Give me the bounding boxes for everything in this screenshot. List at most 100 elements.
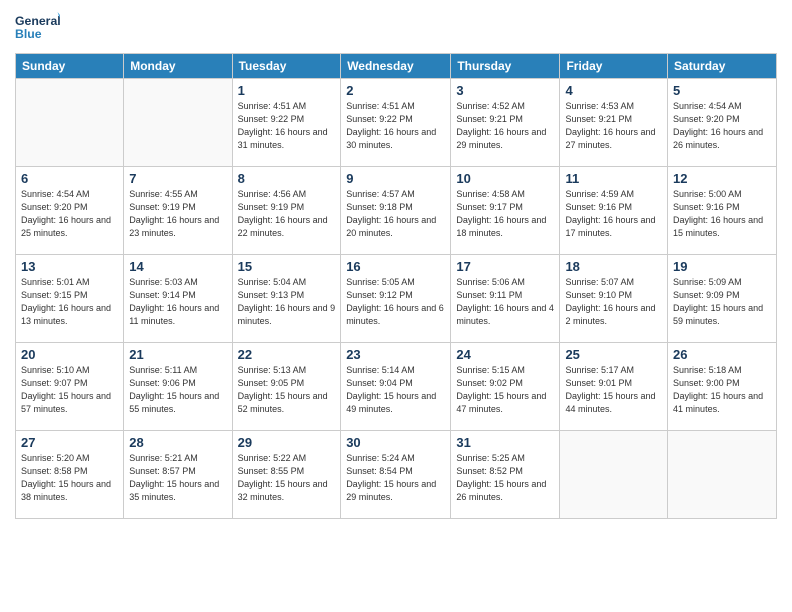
day-info: Sunrise: 5:07 AM Sunset: 9:10 PM Dayligh… — [565, 276, 662, 328]
table-row: 2 Sunrise: 4:51 AM Sunset: 9:22 PM Daylig… — [341, 79, 451, 167]
calendar-table: Sunday Monday Tuesday Wednesday Thursday… — [15, 53, 777, 519]
day-number: 31 — [456, 435, 554, 450]
calendar-header-row: Sunday Monday Tuesday Wednesday Thursday… — [16, 54, 777, 79]
day-number: 18 — [565, 259, 662, 274]
table-row: 29 Sunrise: 5:22 AM Sunset: 8:55 PM Dayli… — [232, 431, 341, 519]
day-number: 27 — [21, 435, 118, 450]
day-info: Sunrise: 5:15 AM Sunset: 9:02 PM Dayligh… — [456, 364, 554, 416]
day-number: 19 — [673, 259, 771, 274]
day-number: 16 — [346, 259, 445, 274]
svg-text:Blue: Blue — [15, 27, 42, 41]
day-number: 26 — [673, 347, 771, 362]
header: General Blue — [15, 10, 777, 45]
table-row: 20Sunrise: 5:10 AM Sunset: 9:07 PM Dayli… — [16, 343, 124, 431]
col-saturday: Saturday — [668, 54, 777, 79]
table-row: 16 Sunrise: 5:05 AM Sunset: 9:12 PM Dayli… — [341, 255, 451, 343]
table-row — [16, 79, 124, 167]
col-friday: Friday — [560, 54, 668, 79]
table-row: 17 Sunrise: 5:06 AM Sunset: 9:11 PM Dayli… — [451, 255, 560, 343]
day-info: Sunrise: 5:18 AM Sunset: 9:00 PM Dayligh… — [673, 364, 771, 416]
col-sunday: Sunday — [16, 54, 124, 79]
day-number: 5 — [673, 83, 771, 98]
day-info: Sunrise: 5:05 AM Sunset: 9:12 PM Dayligh… — [346, 276, 445, 328]
day-number: 7 — [129, 171, 226, 186]
col-thursday: Thursday — [451, 54, 560, 79]
table-row: 1Sunrise: 4:51 AM Sunset: 9:22 PM Daylig… — [232, 79, 341, 167]
day-number: 21 — [129, 347, 226, 362]
day-number: 3 — [456, 83, 554, 98]
table-row: 3 Sunrise: 4:52 AM Sunset: 9:21 PM Daylig… — [451, 79, 560, 167]
day-info: Sunrise: 4:52 AM Sunset: 9:21 PM Dayligh… — [456, 100, 554, 152]
table-row: 7 Sunrise: 4:55 AM Sunset: 9:19 PM Daylig… — [124, 167, 232, 255]
day-number: 6 — [21, 171, 118, 186]
table-row: 25 Sunrise: 5:17 AM Sunset: 9:01 PM Dayli… — [560, 343, 668, 431]
day-info: Sunrise: 5:01 AM Sunset: 9:15 PM Dayligh… — [21, 276, 118, 328]
calendar-week-row: 13 Sunrise: 5:01 AM Sunset: 9:15 PM Dayli… — [16, 255, 777, 343]
table-row: 28 Sunrise: 5:21 AM Sunset: 8:57 PM Dayli… — [124, 431, 232, 519]
table-row — [124, 79, 232, 167]
table-row: 23 Sunrise: 5:14 AM Sunset: 9:04 PM Dayli… — [341, 343, 451, 431]
day-info: Sunrise: 5:22 AM Sunset: 8:55 PM Dayligh… — [238, 452, 336, 504]
table-row: 13 Sunrise: 5:01 AM Sunset: 9:15 PM Dayli… — [16, 255, 124, 343]
day-number: 30 — [346, 435, 445, 450]
day-info: Sunrise: 5:11 AM Sunset: 9:06 PM Dayligh… — [129, 364, 226, 416]
day-info: Sunrise: 5:24 AM Sunset: 8:54 PM Dayligh… — [346, 452, 445, 504]
day-number: 28 — [129, 435, 226, 450]
day-info: Sunrise: 5:13 AM Sunset: 9:05 PM Dayligh… — [238, 364, 336, 416]
table-row: 6 Sunrise: 4:54 AM Sunset: 9:20 PM Daylig… — [16, 167, 124, 255]
day-number: 22 — [238, 347, 336, 362]
day-number: 12 — [673, 171, 771, 186]
day-info: Sunrise: 4:54 AM Sunset: 9:20 PM Dayligh… — [21, 188, 118, 240]
table-row: 22 Sunrise: 5:13 AM Sunset: 9:05 PM Dayli… — [232, 343, 341, 431]
day-number: 29 — [238, 435, 336, 450]
col-tuesday: Tuesday — [232, 54, 341, 79]
day-number: 4 — [565, 83, 662, 98]
page: General Blue Sunday Monday Tuesday Wedne… — [0, 0, 792, 612]
day-number: 25 — [565, 347, 662, 362]
day-info: Sunrise: 4:56 AM Sunset: 9:19 PM Dayligh… — [238, 188, 336, 240]
table-row: 11Sunrise: 4:59 AM Sunset: 9:16 PM Dayli… — [560, 167, 668, 255]
table-row: 18 Sunrise: 5:07 AM Sunset: 9:10 PM Dayli… — [560, 255, 668, 343]
table-row: 12Sunrise: 5:00 AM Sunset: 9:16 PM Dayli… — [668, 167, 777, 255]
table-row: 31 Sunrise: 5:25 AM Sunset: 8:52 PM Dayli… — [451, 431, 560, 519]
calendar-week-row: 27 Sunrise: 5:20 AM Sunset: 8:58 PM Dayli… — [16, 431, 777, 519]
table-row: 15 Sunrise: 5:04 AM Sunset: 9:13 PM Dayli… — [232, 255, 341, 343]
logo-icon: General Blue — [15, 10, 60, 45]
table-row — [560, 431, 668, 519]
day-info: Sunrise: 4:51 AM Sunset: 9:22 PM Dayligh… — [346, 100, 445, 152]
day-info: Sunrise: 5:09 AM Sunset: 9:09 PM Dayligh… — [673, 276, 771, 328]
day-info: Sunrise: 5:03 AM Sunset: 9:14 PM Dayligh… — [129, 276, 226, 328]
day-number: 17 — [456, 259, 554, 274]
day-number: 9 — [346, 171, 445, 186]
day-info: Sunrise: 5:06 AM Sunset: 9:11 PM Dayligh… — [456, 276, 554, 328]
day-info: Sunrise: 5:17 AM Sunset: 9:01 PM Dayligh… — [565, 364, 662, 416]
table-row: 21 Sunrise: 5:11 AM Sunset: 9:06 PM Dayli… — [124, 343, 232, 431]
calendar-week-row: 20Sunrise: 5:10 AM Sunset: 9:07 PM Dayli… — [16, 343, 777, 431]
calendar-week-row: 1 Sunrise: 4:51 AM Sunset: 9:22 PM Daylig… — [16, 79, 777, 167]
day-number: 23 — [346, 347, 445, 362]
table-row: 27 Sunrise: 5:20 AM Sunset: 8:58 PM Dayli… — [16, 431, 124, 519]
day-number: 15 — [238, 259, 336, 274]
day-info: Sunrise: 4:55 AM Sunset: 9:19 PM Dayligh… — [129, 188, 226, 240]
day-info: Sunrise: 5:04 AM Sunset: 9:13 PM Dayligh… — [238, 276, 336, 328]
day-info: Sunrise: 5:14 AM Sunset: 9:04 PM Dayligh… — [346, 364, 445, 416]
table-row: 30 Sunrise: 5:24 AM Sunset: 8:54 PM Dayli… — [341, 431, 451, 519]
day-number: 2 — [346, 83, 445, 98]
day-info: Sunrise: 5:20 AM Sunset: 8:58 PM Dayligh… — [21, 452, 118, 504]
day-info: Sunrise: 4:58 AM Sunset: 9:17 PM Dayligh… — [456, 188, 554, 240]
day-info: Sunrise: 5:21 AM Sunset: 8:57 PM Dayligh… — [129, 452, 226, 504]
svg-text:General: General — [15, 14, 60, 28]
table-row: 8 Sunrise: 4:56 AM Sunset: 9:19 PM Daylig… — [232, 167, 341, 255]
day-number: 10 — [456, 171, 554, 186]
col-monday: Monday — [124, 54, 232, 79]
logo: General Blue — [15, 10, 60, 45]
day-number: 1 — [238, 83, 336, 98]
day-number: 24 — [456, 347, 554, 362]
calendar-week-row: 6 Sunrise: 4:54 AM Sunset: 9:20 PM Daylig… — [16, 167, 777, 255]
day-info: Sunrise: 5:10 AM Sunset: 9:07 PM Dayligh… — [21, 364, 118, 416]
day-number: 8 — [238, 171, 336, 186]
day-number: 13 — [21, 259, 118, 274]
table-row: 24 Sunrise: 5:15 AM Sunset: 9:02 PM Dayli… — [451, 343, 560, 431]
day-info: Sunrise: 5:25 AM Sunset: 8:52 PM Dayligh… — [456, 452, 554, 504]
col-wednesday: Wednesday — [341, 54, 451, 79]
